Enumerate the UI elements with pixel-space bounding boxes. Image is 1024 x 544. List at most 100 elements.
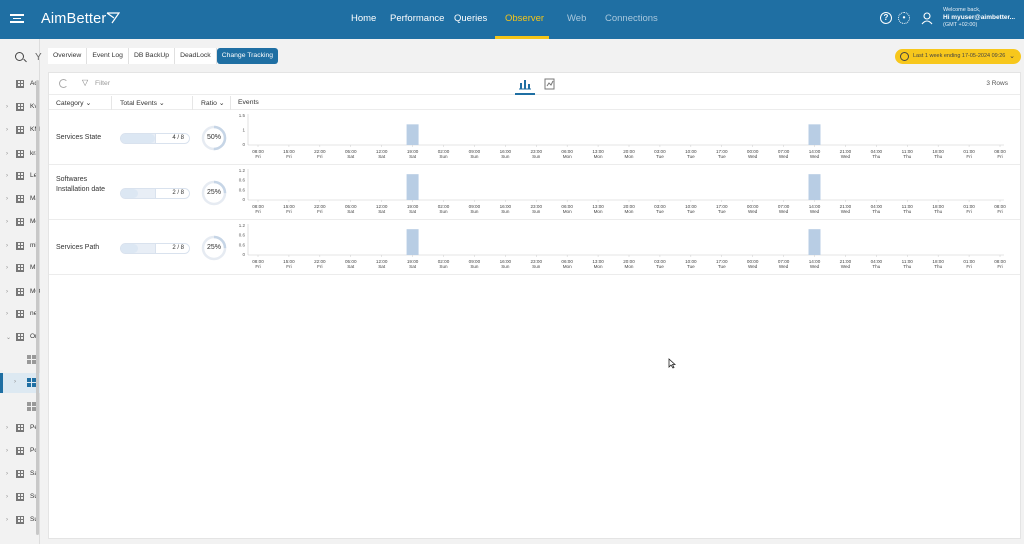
chevron-right-icon[interactable]: › — [6, 448, 8, 454]
tab-overview[interactable]: Overview — [48, 48, 88, 64]
table-row[interactable]: Softwares Installation date 2 / 8 25% 1.2 0.… — [49, 166, 1020, 220]
x-tick-day: Sun — [470, 209, 479, 214]
x-tick-day: Fri — [286, 154, 291, 159]
filter-label[interactable]: Filter — [95, 80, 110, 87]
col-ratio[interactable]: Ratio ⌄ — [201, 99, 224, 107]
sidebar-item[interactable]: ⌄ Or — [0, 328, 40, 348]
table-row[interactable]: Services Path 2 / 8 25% 1.2 0.6 0.6 0 08:00 Fri 1… — [49, 221, 1020, 275]
x-tick-day: Sat — [347, 264, 355, 269]
chevron-right-icon[interactable]: › — [6, 151, 8, 157]
events-chart: 1.20.60.6008:00Fri15:00Fri22:00Fri05:00S… — [239, 223, 1006, 269]
sidebar-item[interactable]: › Su — [0, 488, 40, 508]
col-total-events-label: Total Events — [120, 100, 158, 107]
x-tick-day: Wed — [748, 264, 758, 269]
chevron-right-icon[interactable]: › — [6, 425, 8, 431]
chart-view-icon[interactable] — [518, 78, 532, 90]
sidebar-scrollbar[interactable] — [36, 80, 39, 535]
chevron-right-icon[interactable]: › — [14, 379, 16, 385]
sidebar-item[interactable]: › Me — [0, 213, 40, 233]
event-bar[interactable] — [406, 124, 419, 145]
nav-connections[interactable]: Connections — [605, 13, 658, 24]
chevron-right-icon[interactable]: › — [6, 127, 8, 133]
col-divider — [192, 96, 193, 110]
col-events[interactable]: Events — [238, 99, 259, 106]
sidebar-item[interactable]: › Su — [0, 511, 40, 531]
sidebar-item[interactable]: › Kv — [0, 98, 40, 118]
sidebar-item[interactable]: › kra — [0, 145, 40, 165]
tab-deadlock[interactable]: DeadLock — [175, 48, 217, 64]
timezone: (GMT +02:00) — [943, 22, 978, 29]
windows-icon — [27, 355, 36, 364]
nav-web[interactable]: Web — [567, 13, 586, 24]
chevron-right-icon[interactable]: › — [6, 196, 8, 202]
grid-icon — [16, 242, 24, 250]
app-logo[interactable]: AimBetter — [41, 11, 121, 27]
ratio-donut: 25% — [201, 180, 227, 206]
col-total-events[interactable]: Total Events ⌄ — [120, 99, 165, 107]
user-icon[interactable] — [921, 12, 933, 25]
col-category[interactable]: Category ⌄ — [56, 99, 91, 107]
chevron-right-icon[interactable]: › — [6, 219, 8, 225]
chevron-right-icon[interactable]: › — [6, 265, 8, 271]
chevron-right-icon[interactable]: › — [6, 243, 8, 249]
chevron-right-icon[interactable]: › — [6, 104, 8, 110]
category-cell: Softwares Installation date — [56, 176, 106, 193]
x-tick-day: Thu — [903, 209, 911, 214]
sidebar-item[interactable]: › — [0, 373, 40, 393]
filter-icon[interactable]: ▽ — [82, 78, 88, 87]
gear-icon[interactable]: • — [898, 12, 910, 24]
grid-icon — [16, 424, 24, 432]
chevron-down-icon[interactable]: ⌄ — [6, 334, 11, 341]
grid-icon — [16, 447, 24, 455]
nav-performance[interactable]: Performance — [390, 13, 444, 24]
user-welcome[interactable]: Welcome back, Hi myuser@aimbetter... (GM… — [943, 7, 1015, 30]
chevron-right-icon[interactable]: › — [6, 289, 8, 295]
search-icon[interactable] — [15, 52, 24, 61]
x-tick-day: Mon — [594, 264, 603, 269]
chevron-right-icon[interactable]: › — [6, 494, 8, 500]
event-bar[interactable] — [406, 229, 419, 255]
tab-event-log[interactable]: Event Log — [87, 48, 129, 64]
sidebar-item[interactable]: › ne — [0, 305, 40, 325]
y-tick-label: 0.6 — [239, 233, 246, 238]
sidebar-item[interactable]: › Po — [0, 442, 40, 462]
chevron-right-icon[interactable]: › — [6, 517, 8, 523]
nav-observer[interactable]: Observer — [505, 13, 544, 24]
y-tick-label: 0 — [242, 142, 245, 147]
tab-db-backup[interactable]: DB BackUp — [128, 48, 176, 64]
filter-icon[interactable]: Y — [35, 52, 42, 63]
event-bar[interactable] — [808, 229, 821, 255]
sidebar-item[interactable] — [0, 350, 40, 370]
hamburger-menu-icon[interactable] — [10, 12, 24, 26]
x-tick-day: Fri — [997, 154, 1002, 159]
grid-icon — [16, 150, 24, 158]
table-row[interactable]: Services State 4 / 8 50% 1.5 1 0 08:00 Fri 15:00… — [49, 111, 1020, 165]
chevron-right-icon[interactable]: › — [6, 471, 8, 477]
y-tick-label: 0.6 — [239, 242, 246, 247]
sidebar-item[interactable]: › mi — [0, 237, 40, 257]
sidebar-item[interactable]: › Sa — [0, 465, 40, 485]
chevron-right-icon[interactable]: › — [6, 311, 8, 317]
rows-count: 3 Rows — [986, 80, 1008, 87]
sidebar-item[interactable]: › MO — [0, 283, 40, 303]
x-tick-day: Sat — [409, 209, 417, 214]
sidebar-item[interactable]: › Pe — [0, 419, 40, 439]
table-view-icon[interactable] — [544, 78, 555, 90]
sidebar-item[interactable]: › Ma — [0, 190, 40, 210]
event-bar[interactable] — [808, 124, 821, 145]
refresh-icon[interactable] — [59, 79, 68, 88]
sidebar-item[interactable]: › KM — [0, 121, 40, 141]
nav-queries[interactable]: Queries — [454, 13, 487, 24]
x-tick-day: Thu — [934, 264, 942, 269]
sidebar-item[interactable]: Ac — [0, 75, 40, 95]
tab-change-tracking[interactable]: Change Tracking — [216, 48, 279, 64]
sidebar-item[interactable]: › Le — [0, 167, 40, 187]
event-bar[interactable] — [808, 174, 821, 200]
nav-home[interactable]: Home — [351, 13, 376, 24]
event-bar[interactable] — [406, 174, 419, 200]
time-range-button[interactable]: Last 1 week ending 17-05-2024 09:26 ⌄ — [895, 49, 1021, 64]
help-icon[interactable]: ? — [880, 12, 892, 24]
sidebar-item[interactable] — [0, 397, 40, 417]
chevron-right-icon[interactable]: › — [6, 173, 8, 179]
sidebar-item[interactable]: › MI — [0, 259, 40, 279]
